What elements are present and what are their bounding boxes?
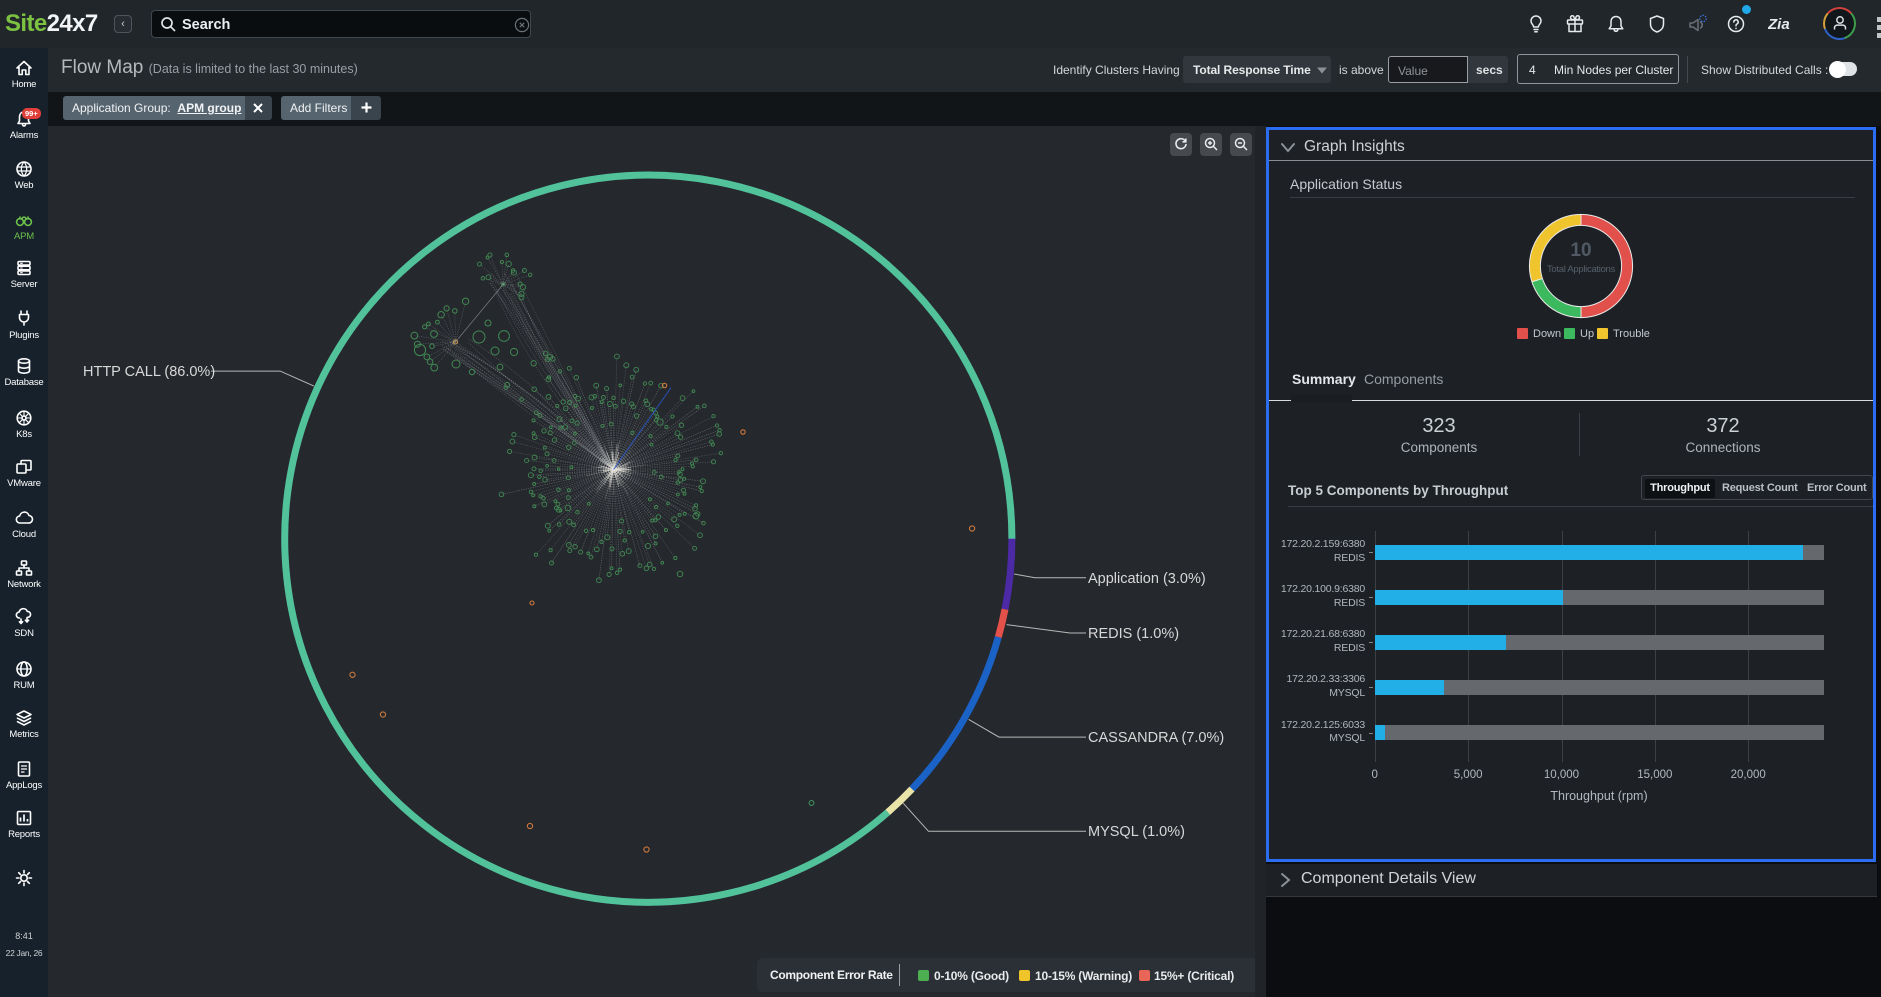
svg-text:Zia: Zia — [1768, 16, 1790, 33]
